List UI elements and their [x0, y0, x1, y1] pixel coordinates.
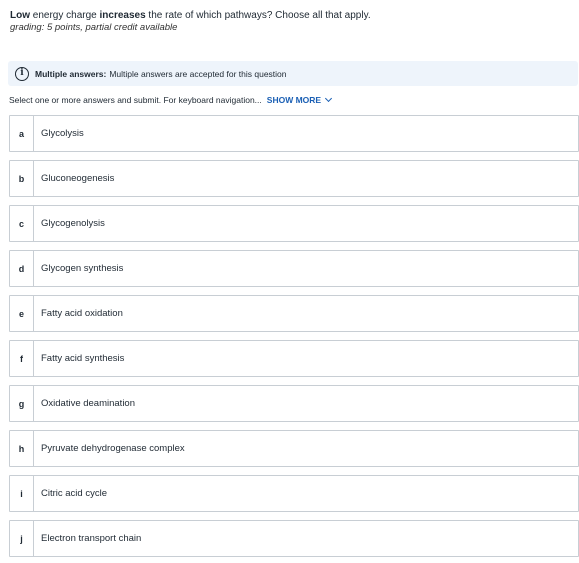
option-letter: b: [10, 161, 34, 196]
option-letter: g: [10, 386, 34, 421]
option-g[interactable]: g Oxidative deamination: [9, 385, 579, 422]
option-a[interactable]: a Glycolysis: [9, 115, 579, 152]
show-more-label: SHOW MORE: [266, 95, 322, 105]
option-label: Gluconeogenesis: [41, 173, 115, 184]
instructions-text: Select one or more answers and submit. F…: [9, 95, 262, 105]
option-j[interactable]: j Electron transport chain: [9, 520, 579, 557]
option-label: Glycolysis: [41, 128, 84, 139]
option-label: Glycogenolysis: [41, 218, 105, 229]
option-label: Pyruvate dehydrogenase complex: [41, 443, 185, 454]
option-letter: f: [10, 341, 34, 376]
instructions: Select one or more answers and submit. F…: [9, 94, 333, 105]
option-label: Fatty acid oxidation: [41, 308, 123, 319]
show-more-button[interactable]: SHOW MORE: [266, 94, 333, 105]
option-e[interactable]: e Fatty acid oxidation: [9, 295, 579, 332]
question-segment: energy charge: [30, 10, 100, 21]
chevron-down-icon: [325, 94, 333, 103]
option-label: Fatty acid synthesis: [41, 353, 125, 364]
option-letter: h: [10, 431, 34, 466]
option-label: Glycogen synthesis: [41, 263, 124, 274]
option-f[interactable]: f Fatty acid synthesis: [9, 340, 579, 377]
option-c[interactable]: c Glycogenolysis: [9, 205, 579, 242]
option-label: Electron transport chain: [41, 533, 142, 544]
option-label: Citric acid cycle: [41, 488, 107, 499]
option-letter: j: [10, 521, 34, 556]
multiple-answers-banner: i Multiple answers: Multiple answers are…: [8, 61, 578, 86]
question-text: Low energy charge increases the rate of …: [10, 9, 371, 22]
option-letter: a: [10, 116, 34, 151]
option-letter: d: [10, 251, 34, 286]
option-letter: c: [10, 206, 34, 241]
info-icon: i: [15, 66, 29, 81]
grading-note: grading: 5 points, partial credit availa…: [10, 22, 178, 33]
option-i[interactable]: i Citric acid cycle: [9, 475, 579, 512]
answer-options: a Glycolysis b Gluconeogenesis c Glycoge…: [9, 115, 579, 563]
option-label: Oxidative deamination: [41, 398, 135, 409]
option-letter: e: [10, 296, 34, 331]
option-b[interactable]: b Gluconeogenesis: [9, 160, 579, 197]
question-bold-increases: increases: [99, 10, 146, 21]
option-letter: i: [10, 476, 34, 511]
option-d[interactable]: d Glycogen synthesis: [9, 250, 579, 287]
question-bold-low: Low: [10, 10, 30, 21]
question-segment-end: the rate of which pathways? Choose all t…: [145, 10, 371, 21]
banner-label: Multiple answers:: [35, 68, 107, 79]
banner-text: Multiple answers are accepted for this q…: [109, 68, 287, 79]
option-h[interactable]: h Pyruvate dehydrogenase complex: [9, 430, 579, 467]
